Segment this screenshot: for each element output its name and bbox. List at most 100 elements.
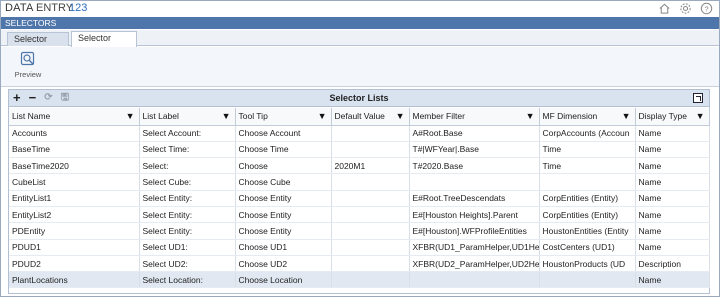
table-cell[interactable]: Name: [635, 271, 710, 289]
table-cell[interactable]: Choose Location: [235, 271, 332, 289]
column-header[interactable]: Member Filter ▼: [409, 108, 540, 126]
save-icon[interactable]: 🖫: [61, 92, 70, 104]
table-cell[interactable]: E#Root.TreeDescendats: [409, 190, 540, 207]
table-cell[interactable]: CubeList: [9, 173, 140, 191]
table-cell[interactable]: Select Entity:: [139, 222, 236, 240]
table-row[interactable]: Accounts Select Account: Choose Account A#R…: [9, 125, 710, 142]
table-row[interactable]: BaseTime Select Time: Choose Time T#|WFYear…: [9, 141, 710, 159]
table-cell[interactable]: CostCenters (UD1): [539, 239, 636, 256]
table-cell[interactable]: Select UD2:: [139, 255, 236, 273]
filter-icon[interactable]: ▼: [318, 111, 327, 121]
table-cell[interactable]: Choose Entity: [235, 222, 332, 240]
table-cell[interactable]: Name: [635, 173, 710, 191]
table-cell[interactable]: Time: [539, 157, 636, 175]
column-header[interactable]: Tool Tip ▼: [235, 108, 332, 126]
table-row[interactable]: PlantLocations Select Location: Choose Loc…: [9, 271, 710, 289]
table-cell[interactable]: HoustonProducts (UD: [539, 255, 636, 273]
table-cell[interactable]: [331, 125, 410, 142]
tab-selector-bars[interactable]: Selector Bars: [7, 32, 69, 57]
table-row[interactable]: PDEntity Select Entity: Choose Entity E#[Ho…: [9, 222, 710, 240]
column-header[interactable]: MF Dimension ▼: [539, 108, 636, 126]
table-cell[interactable]: T#2020.Base: [409, 157, 540, 175]
table-cell[interactable]: A#Root.Base: [409, 125, 540, 142]
table-row[interactable]: CubeList Select Cube: Choose Cube Name: [9, 173, 710, 191]
table-row[interactable]: EntityList1 Select Entity: Choose Entity E#…: [9, 190, 710, 207]
table-cell[interactable]: BaseTime: [9, 141, 140, 159]
table-cell[interactable]: Choose Entity: [235, 206, 332, 224]
table-cell[interactable]: Name: [635, 239, 710, 256]
table-cell[interactable]: EntityList2: [9, 206, 140, 224]
table-cell[interactable]: [409, 271, 540, 289]
table-cell[interactable]: XFBR(UD2_ParamHelper,UD2Helpe: [409, 255, 540, 273]
table-cell[interactable]: Description: [635, 255, 710, 273]
filter-icon[interactable]: ▼: [222, 111, 231, 121]
table-cell[interactable]: Choose UD2: [235, 255, 332, 273]
column-header[interactable]: List Name ▼: [9, 108, 140, 126]
table-row[interactable]: EntityList2 Select Entity: Choose Entity E#…: [9, 206, 710, 224]
table-cell[interactable]: Accounts: [9, 125, 140, 142]
table-cell[interactable]: Time: [539, 141, 636, 159]
home-icon[interactable]: [658, 2, 671, 15]
table-cell[interactable]: PDUD1: [9, 239, 140, 256]
table-cell[interactable]: [539, 271, 636, 289]
table-row[interactable]: PDUD2 Select UD2: Choose UD2 XFBR(UD2_Param…: [9, 255, 710, 273]
help-icon[interactable]: ?: [700, 2, 713, 15]
table-cell[interactable]: [331, 222, 410, 240]
add-icon[interactable]: +: [13, 91, 21, 104]
table-cell[interactable]: Name: [635, 157, 710, 175]
table-cell[interactable]: Choose Account: [235, 125, 332, 142]
table-cell[interactable]: Select Cube:: [139, 173, 236, 191]
column-header[interactable]: Default Value ▼: [331, 108, 410, 126]
column-header[interactable]: Display Type ▼: [635, 108, 710, 126]
remove-icon[interactable]: −: [29, 91, 37, 104]
table-cell[interactable]: 2020M1: [331, 157, 410, 175]
table-cell[interactable]: Select Entity:: [139, 206, 236, 224]
table-cell[interactable]: CorpAccounts (Accoun: [539, 125, 636, 142]
table-cell[interactable]: E#[Houston Heights].Parent: [409, 206, 540, 224]
table-cell[interactable]: Name: [635, 190, 710, 207]
table-cell[interactable]: Select Time:: [139, 141, 236, 159]
table-cell[interactable]: Select Location:: [139, 271, 236, 289]
column-header[interactable]: List Label ▼: [139, 108, 236, 126]
settings-icon[interactable]: [679, 2, 692, 15]
table-cell[interactable]: Select UD1:: [139, 239, 236, 256]
table-cell[interactable]: CorpEntities (Entity): [539, 190, 636, 207]
filter-icon[interactable]: ▼: [126, 111, 135, 121]
expand-icon[interactable]: [693, 93, 703, 103]
table-cell[interactable]: [331, 239, 410, 256]
preview-button[interactable]: Preview: [13, 51, 43, 85]
table-cell[interactable]: [331, 173, 410, 191]
table-cell[interactable]: EntityList1: [9, 190, 140, 207]
table-cell[interactable]: Choose Entity: [235, 190, 332, 207]
table-cell[interactable]: PDEntity: [9, 222, 140, 240]
table-cell[interactable]: Select Entity:: [139, 190, 236, 207]
table-cell[interactable]: XFBR(UD1_ParamHelper,UD1Help: [409, 239, 540, 256]
table-cell[interactable]: Choose UD1: [235, 239, 332, 256]
table-row[interactable]: BaseTime2020 Select: Choose 2020M1 T#2020.Ba…: [9, 157, 710, 175]
table-cell[interactable]: [331, 206, 410, 224]
table-cell[interactable]: PlantLocations: [9, 271, 140, 289]
table-cell[interactable]: [331, 271, 410, 289]
table-cell[interactable]: Choose: [235, 157, 332, 175]
table-row[interactable]: PDUD1 Select UD1: Choose UD1 XFBR(UD1_Param…: [9, 239, 710, 256]
table-cell[interactable]: [331, 141, 410, 159]
table-cell[interactable]: CorpEntities (Entity): [539, 206, 636, 224]
table-cell[interactable]: T#|WFYear|.Base: [409, 141, 540, 159]
filter-icon[interactable]: ▼: [696, 111, 705, 121]
table-cell[interactable]: Choose Time: [235, 141, 332, 159]
table-cell[interactable]: BaseTime2020: [9, 157, 140, 175]
table-cell[interactable]: [331, 190, 410, 207]
tab-selector-lists[interactable]: Selector Lists: [71, 31, 137, 56]
table-cell[interactable]: Name: [635, 141, 710, 159]
table-cell[interactable]: Name: [635, 206, 710, 224]
filter-icon[interactable]: ▼: [622, 111, 631, 121]
table-cell[interactable]: [409, 173, 540, 191]
table-cell[interactable]: [539, 173, 636, 191]
table-cell[interactable]: Name: [635, 125, 710, 142]
refresh-icon[interactable]: ⟳: [44, 92, 52, 104]
table-cell[interactable]: Choose Cube: [235, 173, 332, 191]
table-cell[interactable]: E#[Houston].WFProfileEntities: [409, 222, 540, 240]
table-cell[interactable]: Select:: [139, 157, 236, 175]
filter-icon[interactable]: ▼: [396, 111, 405, 121]
table-cell[interactable]: Name: [635, 222, 710, 240]
